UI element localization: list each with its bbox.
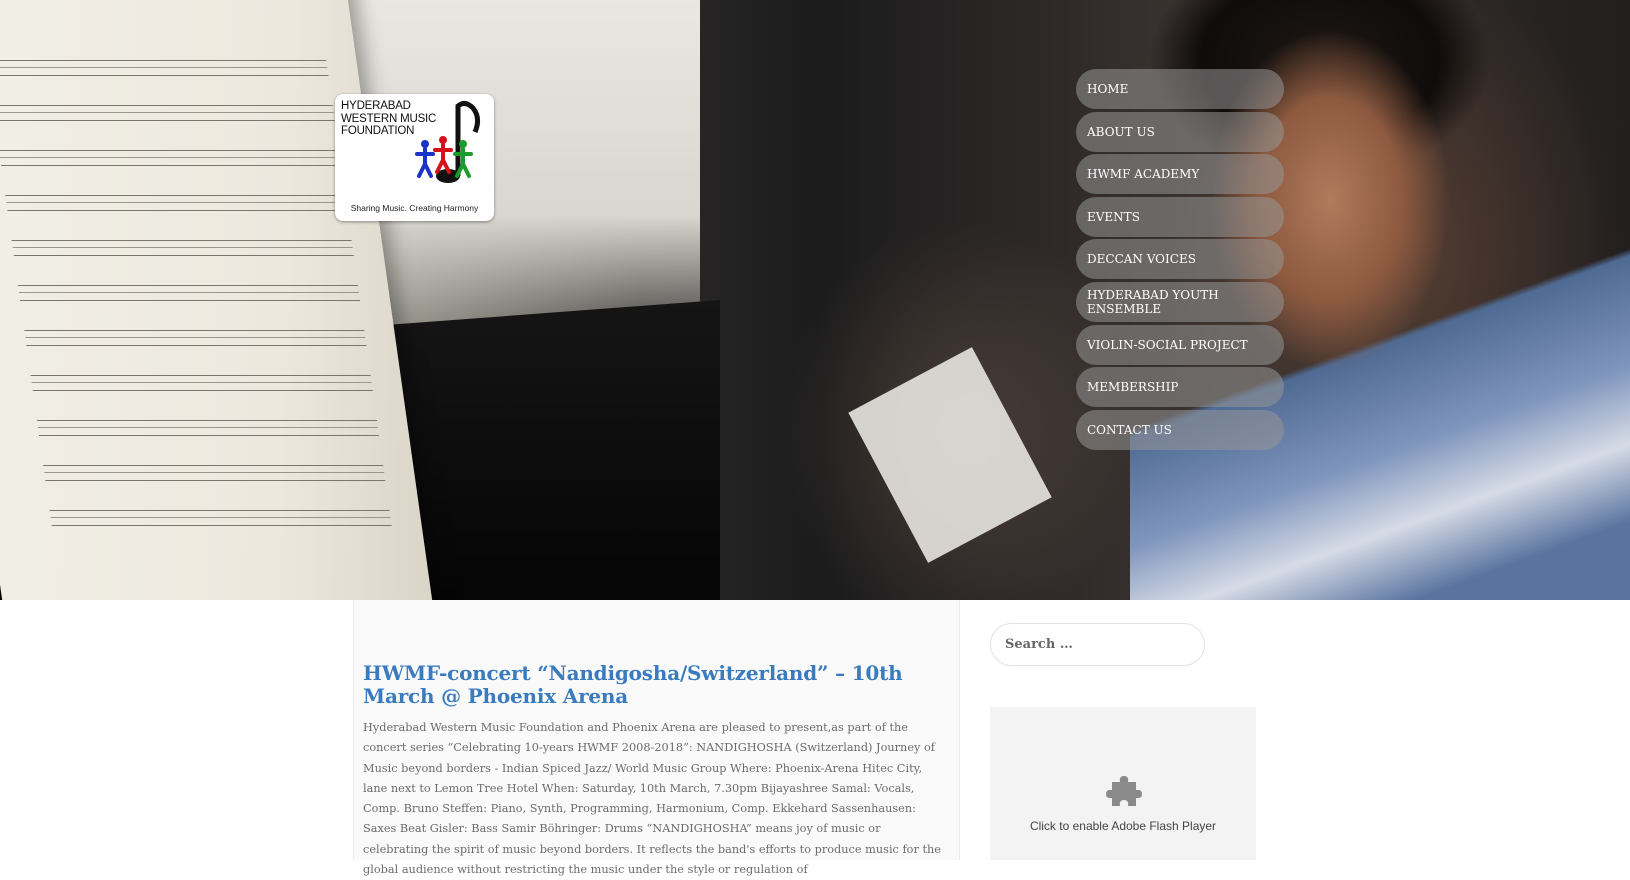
nav-item-about-us[interactable]: ABOUT US: [1076, 111, 1284, 152]
post-excerpt: Hyderabad Western Music Foundation and P…: [363, 721, 941, 877]
post-title-link[interactable]: HWMF-concert “Nandigosha/Switzerland” – …: [363, 662, 953, 708]
nav-item-events[interactable]: EVENTS: [1076, 196, 1284, 237]
flash-player-placeholder[interactable]: Click to enable Adobe Flash Player: [990, 707, 1256, 860]
search-input[interactable]: [990, 623, 1205, 666]
nav-item-contact-us[interactable]: CONTACT US: [1076, 409, 1284, 450]
hero-banner: [0, 0, 1630, 600]
nav-item-deccan-voices[interactable]: DECCAN VOICES: [1076, 239, 1284, 280]
music-note-figures-icon: [415, 100, 481, 183]
logo-tagline: Sharing Music. Creating Harmony: [350, 203, 479, 213]
main-content: HWMF-concert “Nandigosha/Switzerland” – …: [353, 600, 960, 876]
hero-music-stand-sheet: [848, 347, 1052, 563]
nav-item-hwmf-academy[interactable]: HWMF ACADEMY: [1076, 154, 1284, 195]
nav-item-hyderabad-youth-ensemble[interactable]: HYDERABAD YOUTH ENSEMBLE: [1076, 281, 1284, 322]
main-navigation: HOME ABOUT US HWMF ACADEMY EVENTS DECCAN…: [1076, 69, 1284, 452]
nav-item-home[interactable]: HOME: [1076, 69, 1284, 109]
sidebar: Click to enable Adobe Flash Player: [990, 600, 1260, 860]
nav-item-membership[interactable]: MEMBERSHIP: [1076, 367, 1284, 408]
puzzle-piece-icon: [1106, 776, 1142, 806]
site-logo[interactable]: HYDERABAD WESTERN MUSIC FOUNDATION Shari…: [335, 94, 494, 221]
nav-item-violin-social-project[interactable]: VIOLIN-SOCIAL PROJECT: [1076, 324, 1284, 365]
flash-enable-text: Click to enable Adobe Flash Player: [1029, 819, 1217, 833]
